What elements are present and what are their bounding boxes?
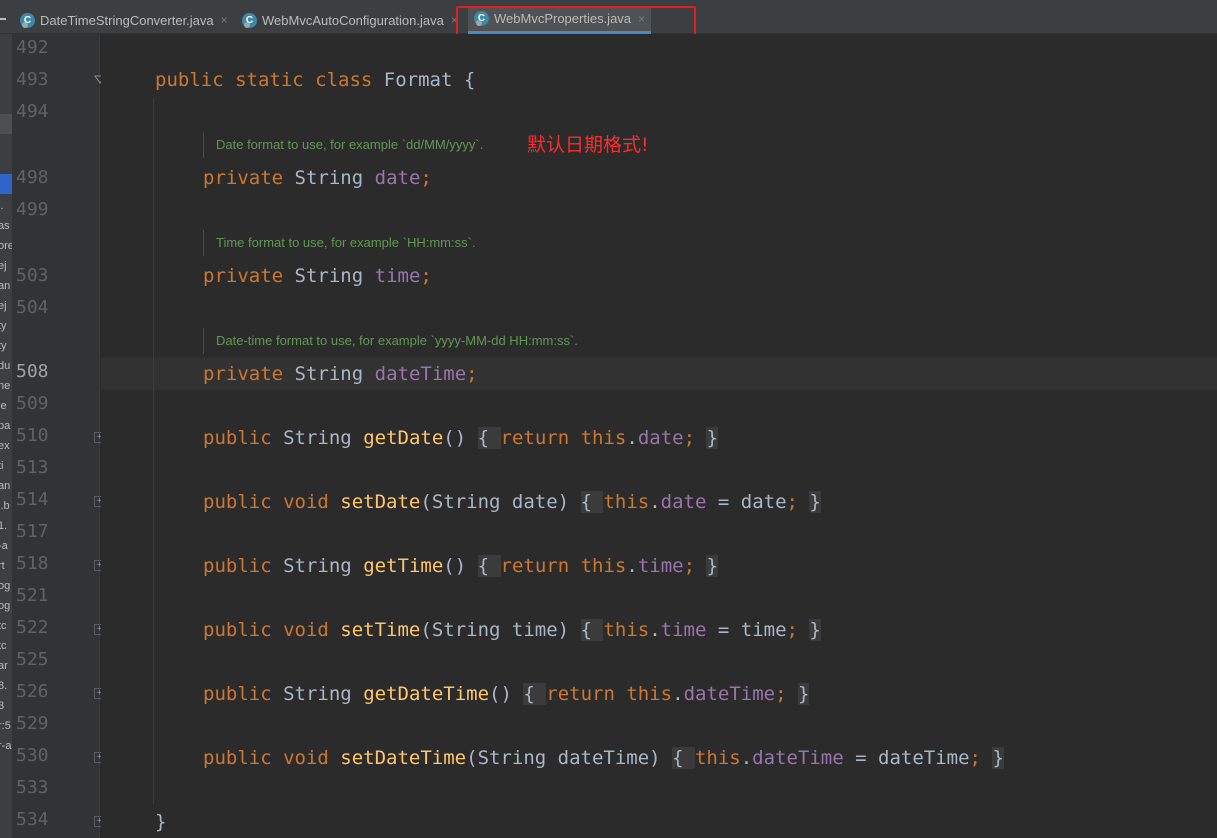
project-tree-item-fragment[interactable]: rt — [0, 560, 5, 572]
javadoc-time: Time format to use, for example `HH:mm:s… — [203, 230, 476, 256]
project-tree-item-fragment[interactable]: ej — [0, 300, 7, 312]
line-number: 510 — [16, 425, 49, 446]
method-setDateTime: public void setDateTime(String dateTime)… — [203, 747, 1004, 769]
line-number: 518 — [16, 553, 49, 574]
method-getTime: public String getTime() { return this.ti… — [203, 555, 718, 577]
tree-selection-active — [0, 174, 12, 194]
tab-webmvcautoconfiguration[interactable]: C WebMvcAutoConfiguration.java × — [236, 6, 464, 34]
project-tree-item-fragment[interactable]: 3 — [0, 700, 4, 712]
project-tree-item-fragment[interactable]: ty — [0, 340, 7, 352]
project-tree-item-fragment[interactable]: pa — [0, 420, 10, 432]
line-number: 509 — [16, 393, 49, 414]
project-tree-item-fragment[interactable]: r:5 — [0, 720, 11, 732]
project-tree-item-fragment[interactable]: l.b — [0, 500, 10, 512]
method-setDate: public void setDate(String date) { this.… — [203, 491, 821, 513]
project-tree-item-fragment[interactable]: l. — [0, 200, 4, 212]
line-number: 508 — [16, 361, 49, 382]
tab-label: DateTimeStringConverter.java — [40, 12, 214, 28]
project-tree-item-fragment[interactable]: ne — [0, 380, 10, 392]
project-tree-item-fragment[interactable]: ex — [0, 440, 10, 452]
class-closing-brace: } — [155, 811, 167, 833]
line-number: 533 — [16, 777, 49, 798]
class-declaration: public static class Format { — [155, 69, 476, 91]
tab-datetimestringconverter[interactable]: C DateTimeStringConverter.java × — [14, 6, 234, 34]
project-panel-edge[interactable]: l. as ore ej an ej ty ty du ne le pa ex ti an l.b 1. -a rt… — [0, 34, 12, 838]
project-tree-item-fragment[interactable]: 8. — [0, 680, 7, 692]
method-getDateTime: public String getDateTime() { return thi… — [203, 683, 810, 705]
line-number: 514 — [16, 489, 49, 510]
project-tree-item-fragment[interactable]: tc — [0, 620, 7, 632]
project-tree-item-fragment[interactable]: as — [0, 220, 10, 232]
line-number: 522 — [16, 617, 49, 638]
project-tree-item-fragment[interactable]: tc — [0, 640, 7, 652]
line-number: 521 — [16, 585, 49, 606]
line-number: 534 — [16, 809, 49, 830]
javadoc-datetime: Date-time format to use, for example `yy… — [203, 328, 578, 354]
field-time: private String time; — [203, 265, 432, 287]
project-tree-item-fragment[interactable]: ty — [0, 320, 7, 332]
project-tree-item-fragment[interactable]: 1. — [0, 520, 7, 532]
project-tree-item-fragment[interactable]: -a — [0, 540, 8, 552]
tree-selection — [0, 114, 12, 134]
line-number: 513 — [16, 457, 49, 478]
line-number: 498 — [16, 167, 49, 188]
field-date: private String date; — [203, 167, 432, 189]
line-number: 530 — [16, 745, 49, 766]
indent-guide — [153, 98, 154, 804]
method-getDate: public String getDate() { return this.da… — [203, 427, 718, 449]
project-tree-item-fragment[interactable]: ar — [0, 660, 8, 672]
line-number: 525 — [16, 649, 49, 670]
project-tree-item-fragment[interactable]: an — [0, 480, 10, 492]
tab-label: WebMvcAutoConfiguration.java — [262, 12, 444, 28]
javadoc-date: Date format to use, for example `dd/MM/y… — [203, 132, 483, 158]
close-icon[interactable]: × — [221, 13, 228, 27]
line-number: 499 — [16, 199, 49, 220]
project-tree-item-fragment[interactable]: du — [0, 360, 10, 372]
line-number: 504 — [16, 297, 49, 318]
method-setTime: public void setTime(String time) { this.… — [203, 619, 821, 641]
annotation-default-date-format: 默认日期格式! — [527, 134, 649, 156]
line-number: 526 — [16, 681, 49, 702]
project-tree-item-fragment[interactable]: og — [0, 600, 10, 612]
java-class-icon: C — [242, 12, 257, 28]
project-tree-item-fragment[interactable]: ti — [0, 460, 4, 472]
project-tree-item-fragment[interactable]: og — [0, 580, 10, 592]
field-datetime: private String dateTime; — [203, 363, 478, 385]
line-number: 529 — [16, 713, 49, 734]
line-number-gutter: 492 493 494 498 499 503 504 508 509 510 513 514 517 5… — [12, 34, 106, 838]
java-class-icon: C — [20, 12, 35, 28]
project-tree-item-fragment[interactable]: ore — [0, 240, 12, 252]
code-editor[interactable]: public static class Format { Date format… — [101, 34, 1217, 838]
line-number: 493 — [16, 69, 49, 90]
line-number: 503 — [16, 265, 49, 286]
line-number: 517 — [16, 521, 49, 542]
project-tree-item-fragment[interactable]: r-a — [0, 740, 11, 752]
project-tree-item-fragment[interactable]: an — [0, 280, 10, 292]
tab-overflow-icon[interactable] — [0, 18, 6, 20]
line-number: 494 — [16, 101, 49, 122]
project-tree-item-fragment[interactable]: ej — [0, 260, 7, 272]
line-number: 492 — [16, 37, 49, 58]
project-tree-item-fragment[interactable]: le — [0, 400, 7, 412]
